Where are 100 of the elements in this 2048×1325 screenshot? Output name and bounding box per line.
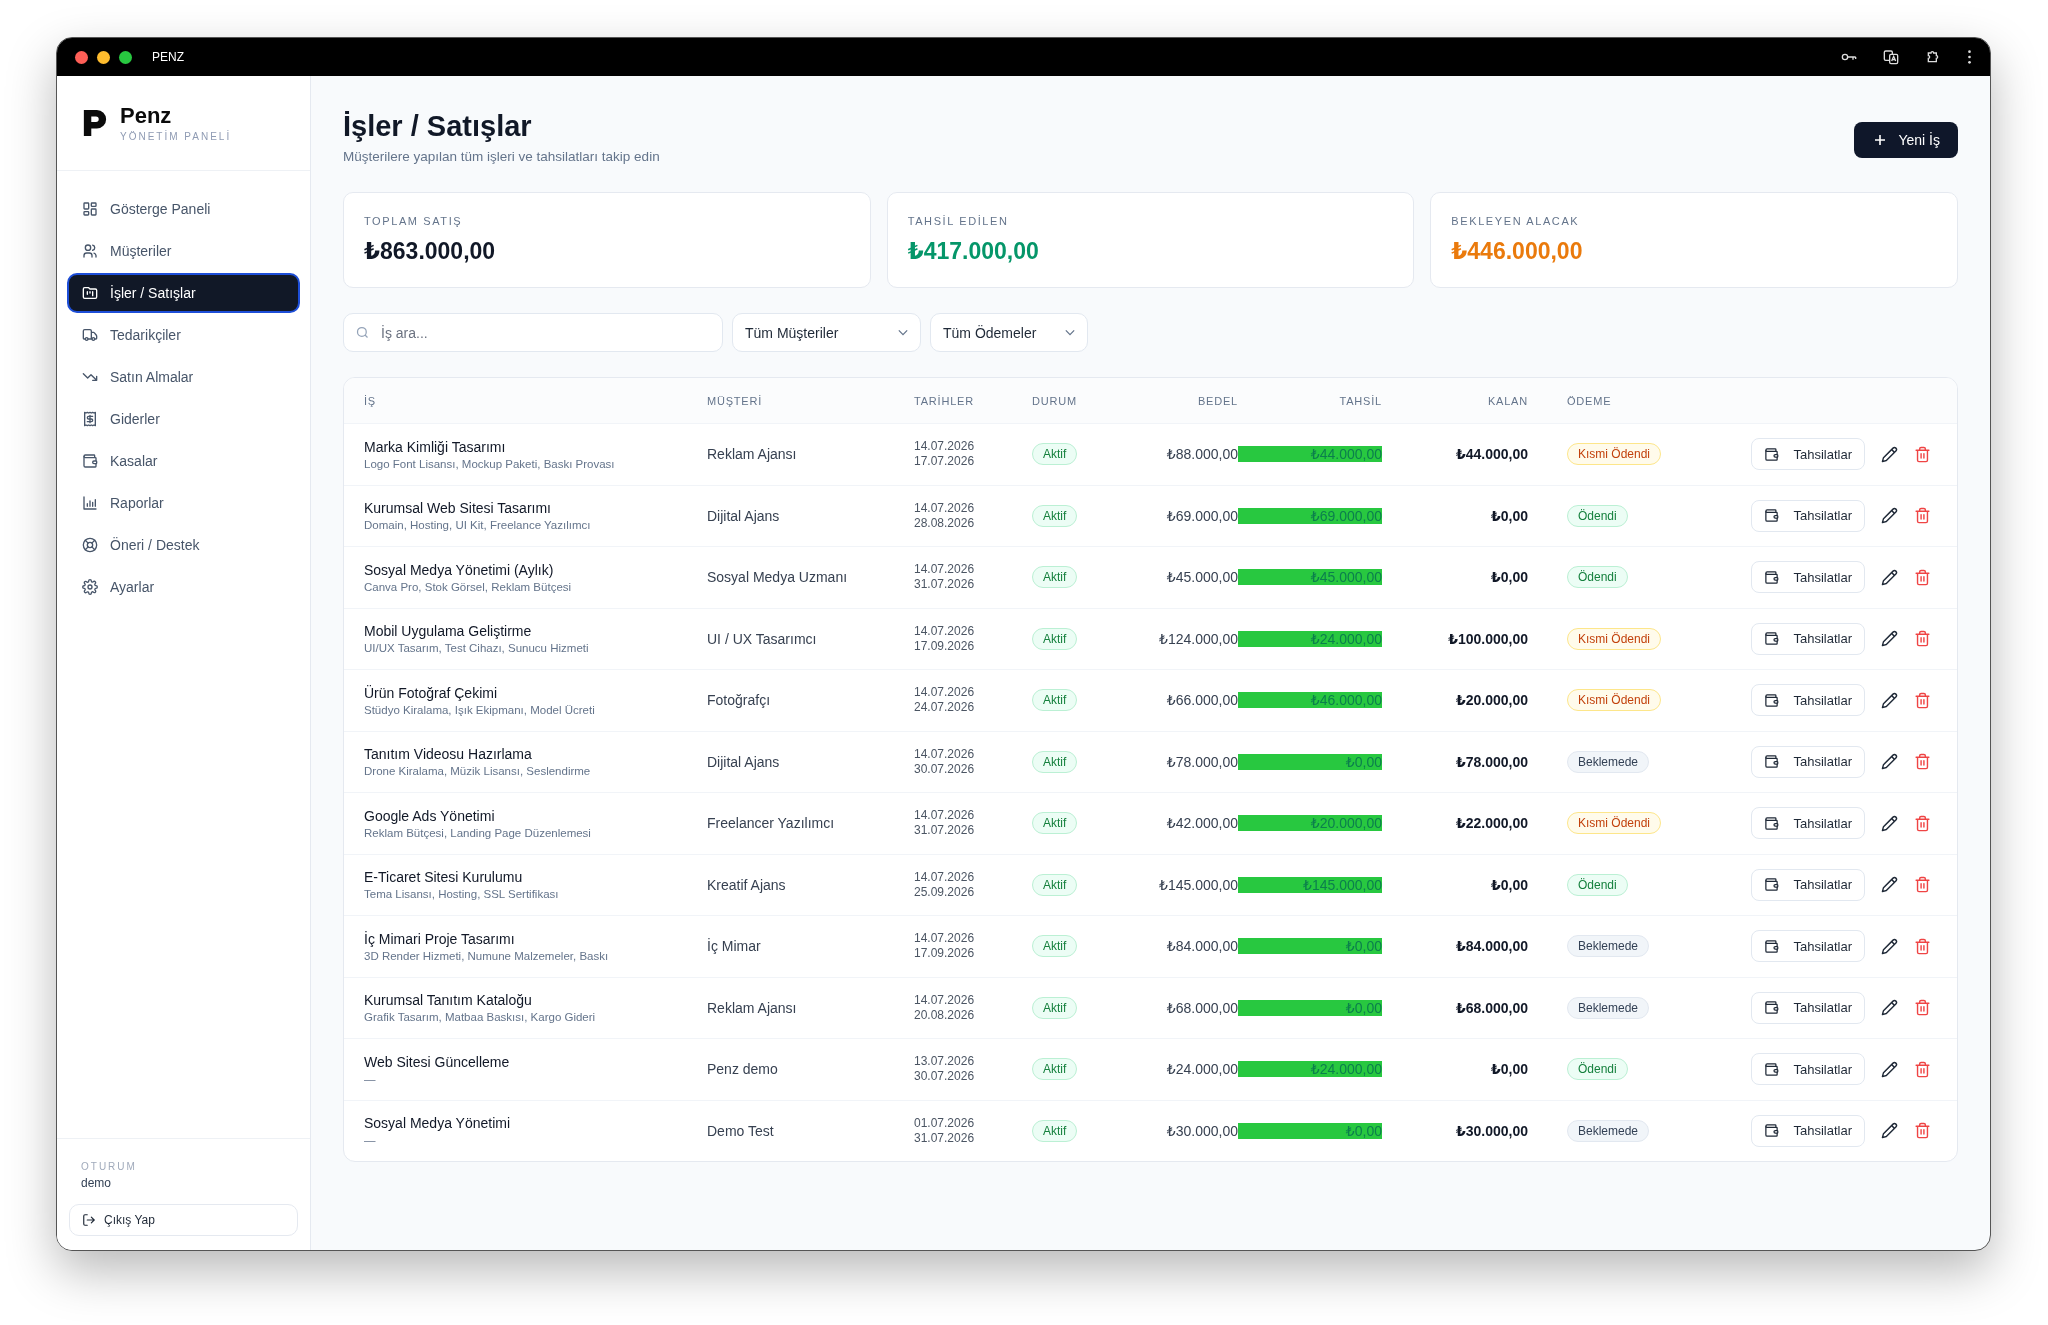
wallet-icon xyxy=(1764,692,1780,708)
start-date: 14.07.2026 xyxy=(914,869,976,885)
column-header: TARİHLER xyxy=(914,394,975,407)
column-header: MÜŞTERİ xyxy=(707,394,764,407)
nav-item[interactable]: İşler / Satışlar xyxy=(67,273,300,313)
window-title: PENZ xyxy=(152,50,184,64)
job-title: Kurumsal Web Sitesi Tasarımı xyxy=(364,500,552,517)
customer-cell-text: Dijital Ajans xyxy=(707,507,781,524)
collected-cell: ₺24.000,00 xyxy=(1238,630,1382,647)
collections-button[interactable]: Tahsilatlar xyxy=(1751,1114,1865,1147)
delete-icon[interactable] xyxy=(1914,876,1931,894)
edit-icon[interactable] xyxy=(1881,691,1898,709)
payment-badge: Kısmi Ödendi xyxy=(1567,627,1662,650)
end-date: 25.09.2026 xyxy=(914,884,976,900)
nav-item[interactable]: Öneri / Destek xyxy=(67,525,300,565)
collections-button[interactable]: Tahsilatlar xyxy=(1751,991,1865,1024)
job-items: Tema Lisansı, Hosting, SSL Sertifikası xyxy=(364,888,560,901)
job-items: Drone Kiralama, Müzik Lisansı, Seslendirme xyxy=(364,765,592,778)
nav-item[interactable]: Satın Almalar xyxy=(67,357,300,397)
delete-icon[interactable] xyxy=(1914,691,1931,709)
job-title: Marka Kimliği Tasarımı xyxy=(364,438,507,455)
puzzle-icon[interactable] xyxy=(1925,49,1941,65)
delete-icon[interactable] xyxy=(1914,753,1931,771)
job-title: Sosyal Medya Yönetimi (Aylık) xyxy=(364,561,555,578)
customer-cell-text: Kreatif Ajans xyxy=(707,876,787,893)
wallet-icon xyxy=(1764,754,1780,770)
delete-icon[interactable] xyxy=(1914,937,1931,955)
edit-icon[interactable] xyxy=(1881,507,1898,525)
nav-item[interactable]: Gösterge Paneli xyxy=(67,189,300,229)
remaining-cell-text: ₺30.000,00 xyxy=(1454,1122,1528,1139)
nav-item[interactable]: Kasalar xyxy=(67,441,300,481)
collections-button[interactable]: Tahsilatlar xyxy=(1751,745,1865,778)
job-items: — xyxy=(364,1072,377,1085)
edit-icon[interactable] xyxy=(1881,568,1898,586)
nav-item[interactable]: Giderler xyxy=(67,399,300,439)
payment-badge: Ödendi xyxy=(1567,1058,1628,1081)
edit-icon[interactable] xyxy=(1881,1122,1898,1140)
nav-item[interactable]: Ayarlar xyxy=(67,567,300,607)
zoom-dot[interactable] xyxy=(119,50,132,64)
job-title: Sosyal Medya Yönetimi xyxy=(364,1115,512,1132)
start-date: 14.07.2026 xyxy=(914,931,976,947)
delete-icon[interactable] xyxy=(1914,1060,1931,1078)
customer-cell-text: Reklam Ajansı xyxy=(707,999,798,1016)
collected-cell: ₺45.000,00 xyxy=(1238,569,1382,586)
customer-cell-text: Fotoğrafçı xyxy=(707,692,772,709)
price-cell-text: ₺78.000,00 xyxy=(1165,753,1238,770)
translate-icon[interactable] xyxy=(1883,49,1899,65)
price-cell-text: ₺30.000,00 xyxy=(1165,1122,1238,1139)
collections-button[interactable]: Tahsilatlar xyxy=(1751,1053,1865,1086)
stat-value: ₺863.000,00 xyxy=(364,238,497,265)
delete-icon[interactable] xyxy=(1914,999,1931,1017)
edit-icon[interactable] xyxy=(1881,753,1898,771)
close-dot[interactable] xyxy=(75,50,88,64)
nav-item[interactable]: Raporlar xyxy=(67,483,300,523)
collections-button[interactable]: Tahsilatlar xyxy=(1751,807,1865,840)
collections-button[interactable]: Tahsilatlar xyxy=(1751,622,1865,655)
stat-label: BEKLEYEN ALACAK xyxy=(1451,215,1581,227)
logout-button[interactable]: Çıkış Yap xyxy=(69,1204,298,1236)
collected-cell: ₺44.000,00 xyxy=(1238,446,1382,463)
collections-button[interactable]: Tahsilatlar xyxy=(1751,930,1865,963)
customer-dropdown[interactable]: Tüm Müşteriler xyxy=(732,313,921,352)
edit-icon[interactable] xyxy=(1881,999,1898,1017)
collections-button[interactable]: Tahsilatlar xyxy=(1751,438,1865,471)
edit-icon[interactable] xyxy=(1881,445,1898,463)
lifebuoy-icon xyxy=(82,537,98,553)
collected-cell: ₺69.000,00 xyxy=(1238,507,1382,524)
collections-button[interactable]: Tahsilatlar xyxy=(1751,684,1865,717)
nav-item[interactable]: Müşteriler xyxy=(67,231,300,271)
start-date: 14.07.2026 xyxy=(914,992,976,1008)
minimize-dot[interactable] xyxy=(97,50,110,64)
delete-icon[interactable] xyxy=(1914,814,1931,832)
payment-badge: Beklemede xyxy=(1567,996,1650,1019)
remaining-cell-text: ₺78.000,00 xyxy=(1454,753,1528,770)
remaining-cell-text: ₺0,00 xyxy=(1490,1061,1528,1078)
edit-icon[interactable] xyxy=(1881,814,1898,832)
collections-button[interactable]: Tahsilatlar xyxy=(1751,499,1865,532)
job-title: Ürün Fotoğraf Çekimi xyxy=(364,684,499,701)
edit-icon[interactable] xyxy=(1881,630,1898,648)
wallet-icon xyxy=(1764,1000,1780,1016)
collections-button[interactable]: Tahsilatlar xyxy=(1751,561,1865,594)
payment-dropdown[interactable]: Tüm Ödemeler xyxy=(930,313,1088,352)
job-title: Kurumsal Tanıtım Kataloğu xyxy=(364,992,533,1009)
status-badge: Aktif xyxy=(1032,1058,1078,1081)
page-subtitle: Müşterilere yapılan tüm işleri ve tahsilatları takip edin xyxy=(343,149,660,164)
edit-icon[interactable] xyxy=(1881,1060,1898,1078)
delete-icon[interactable] xyxy=(1914,630,1931,648)
search-field[interactable]: İş ara... xyxy=(343,313,723,352)
nav-item[interactable]: Tedarikçiler xyxy=(67,315,300,355)
status-badge: Aktif xyxy=(1032,996,1078,1019)
edit-icon[interactable] xyxy=(1881,876,1898,894)
customer-cell-text: Sosyal Medya Uzmanı xyxy=(707,569,849,586)
collections-button[interactable]: Tahsilatlar xyxy=(1751,868,1865,901)
edit-icon[interactable] xyxy=(1881,937,1898,955)
delete-icon[interactable] xyxy=(1914,1122,1931,1140)
delete-icon[interactable] xyxy=(1914,445,1931,463)
delete-icon[interactable] xyxy=(1914,507,1931,525)
new-job-button[interactable]: Yeni İş xyxy=(1854,122,1958,158)
status-badge: Aktif xyxy=(1032,873,1078,896)
more-icon[interactable] xyxy=(1967,49,1972,65)
delete-icon[interactable] xyxy=(1914,568,1931,586)
